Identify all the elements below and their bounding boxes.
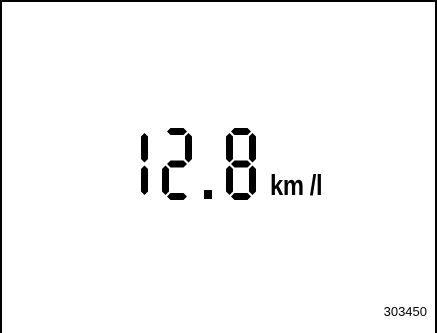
segment-c [141, 165, 148, 195]
segment-g [231, 160, 251, 168]
segment-g [167, 160, 187, 168]
segment-c [249, 165, 256, 195]
segment-b [185, 133, 192, 163]
segment-e [162, 165, 169, 195]
digit-2 [226, 128, 256, 200]
segment-d [231, 193, 251, 200]
segment-b [141, 133, 148, 163]
lcd-readout [141, 128, 256, 200]
segment-e [226, 165, 233, 195]
segment-b [249, 133, 256, 163]
segment-f [226, 133, 233, 163]
unit-label: km /l [270, 170, 323, 202]
segment-a [231, 128, 251, 135]
segment-d [167, 193, 187, 200]
digit-1 [162, 128, 192, 200]
segment-a [167, 128, 187, 135]
digit-0 [141, 133, 148, 195]
figure-id: 303450 [383, 304, 427, 319]
decimal-point [204, 190, 212, 199]
